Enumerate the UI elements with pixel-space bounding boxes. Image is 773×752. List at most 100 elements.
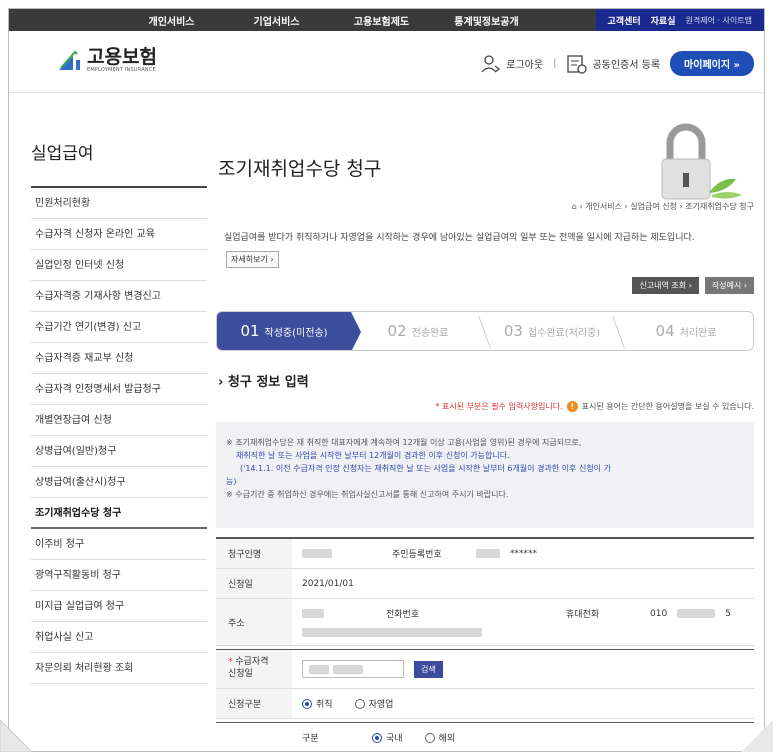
page-title: 조기재취업수당 청구 <box>218 158 382 180</box>
sidebar-item[interactable]: 취업사실 신고 <box>31 622 207 653</box>
page-corner-right <box>741 720 773 752</box>
rrn-front-value <box>476 549 500 558</box>
sidebar-item[interactable]: 이주비 청구 <box>31 529 207 560</box>
step-1-number: 01 <box>240 322 260 340</box>
radio-empty-icon <box>424 732 435 743</box>
step-4: 04 처리완료 <box>619 312 753 350</box>
sidebar-item[interactable]: 미지급 실업급여 청구 <box>31 591 207 622</box>
step-3-label: 접수완료(처리중) <box>527 327 601 339</box>
qualification-date-input[interactable] <box>302 660 404 678</box>
page-corner-left <box>0 720 33 752</box>
rrn-label: 주민등록번호 <box>392 550 442 560</box>
notice-line-3: ('14.1.1. 이전 수급자격 인정 신청자는 재취직한 날 또는 사업을 … <box>240 464 611 473</box>
progress-steps: 01 작성중(미전송) 02 전송완료 03 접수완료(처리중) 04 처리완료 <box>216 311 754 351</box>
type-selfemployed-radio[interactable]: 자영업 <box>354 697 393 710</box>
form-row-address: 주소 전화번호 휴대전화 010 5 <box>216 599 754 646</box>
customer-center-bar: 고객센터 자료실 원격제어 · 사이트맵 <box>595 9 764 31</box>
required-note-text: * 표시된 부분은 필수 입력사항입니다. <box>435 402 563 411</box>
sidebar-item[interactable]: 자문의뢰 처리현황 조회 <box>31 653 207 684</box>
notice-line-5: ※ 수급기간 중 취업하신 경우에는 취업사실신고서를 통해 신고하여 주시기 … <box>226 490 509 499</box>
info-icon: ! <box>566 401 578 412</box>
logo-title: 고용보험 <box>87 47 157 68</box>
home-icon[interactable]: ⌂ <box>572 202 577 211</box>
form-row-date: 신청일 2021/01/01 <box>216 569 754 599</box>
nav-personal[interactable]: 개인서비스 <box>119 13 224 28</box>
sidebar-item[interactable]: 개별연장급여 신청 <box>31 405 207 436</box>
applicant-name-value <box>302 549 332 558</box>
sidebar-item[interactable]: 민원처리현황 <box>31 188 207 219</box>
notice-line-1: ※ 조기재취업수당은 재 취직한 대표자에게 계속하여 12개월 이상 고용(사… <box>226 438 582 447</box>
library-link[interactable]: 자료실 <box>651 14 676 27</box>
date-value: 2021/01/01 <box>302 578 354 589</box>
detail-button[interactable]: 자세히보기 › <box>226 251 279 268</box>
user-icon <box>481 54 501 73</box>
nav-statistics[interactable]: 통계및정보공개 <box>434 13 539 28</box>
sidebar-item[interactable]: 수급기간 연기(변경) 신고 <box>31 312 207 343</box>
form-row-division: 구분 국내 해외 <box>216 723 754 751</box>
report-history-button[interactable]: 신고내역 조회 › <box>632 277 699 294</box>
logout-button[interactable]: 로그아웃 <box>480 54 543 74</box>
breadcrumb-path[interactable]: › 개인서비스 › 실업급여 신청 › 조기재취업수당 청구 <box>579 202 754 211</box>
logo-subtitle: EMPLOYMENT INSURANCE <box>87 67 156 73</box>
radio-selected-icon <box>302 698 312 709</box>
form-row-applicant: 청구인명 주민등록번호 ****** <box>216 539 754 569</box>
logo-mark-icon <box>57 50 83 72</box>
division-domestic-radio[interactable]: 국내 <box>372 731 403 744</box>
step-4-label: 처리완료 <box>679 327 717 339</box>
claim-form: 청구인명 주민등록번호 ****** 신청일 2021/01/01 주소 전화번… <box>216 537 754 751</box>
sidebar-item[interactable]: 광역구직활동비 청구 <box>31 560 207 591</box>
applicant-label: 청구인명 <box>216 539 292 568</box>
mobile-suffix: 5 <box>725 608 731 619</box>
term-note-text: 표시된 용어는 간단한 용어설명을 보실 수 있습니다. <box>581 402 754 411</box>
step-3-number: 03 <box>503 322 523 340</box>
page-description: 실업급여를 받다가 취직하거나 자영업을 시작하는 경우에 남아있는 실업급여의… <box>224 233 695 243</box>
type-employment-radio[interactable]: 취직 <box>302 697 333 710</box>
sidebar-item[interactable]: 상병급여(출산시)청구 <box>31 467 207 498</box>
sidebar-item[interactable]: 수급자격증 재교부 신청 <box>31 343 207 374</box>
radio-selected-icon <box>372 732 382 743</box>
step-1-label: 작성중(미전송) <box>264 327 328 339</box>
address-label: 주소 <box>216 599 292 645</box>
notice-line-4: 능) <box>226 477 237 486</box>
cert-register-label: 공동인증서 등록 <box>592 60 661 71</box>
nav-business[interactable]: 기업서비스 <box>224 13 329 28</box>
mobile-prefix: 010 <box>650 608 668 619</box>
sidebar-item[interactable]: 실업인정 인터넷 신청 <box>31 250 207 281</box>
sidebar-title: 실업급여 <box>31 139 207 188</box>
sidebar-menu: 민원처리현황 수급자격 신청자 온라인 교육 실업인정 인터넷 신청 수급자격증 기재… <box>31 188 207 684</box>
notice-line-2: 재취직한 날 또는 사업을 시작한 날부터 12개월이 경과한 이후 신청이 가… <box>236 451 510 460</box>
sidebar-item[interactable]: 수급자격 인정명세서 발급청구 <box>31 374 207 405</box>
division-overseas-radio[interactable]: 해외 <box>424 731 455 744</box>
nav-insurance[interactable]: 고용보험제도 <box>329 13 434 28</box>
sidebar-item[interactable]: 수급자격 신청자 온라인 교육 <box>31 219 207 250</box>
lock-icon <box>661 123 742 200</box>
address-value <box>302 628 482 637</box>
radio-empty-icon <box>354 698 365 709</box>
step-2-number: 02 <box>387 322 407 340</box>
step-3: 03 접수완료(처리중) <box>485 312 625 350</box>
utility-links[interactable]: 원격제어 · 사이트맵 <box>685 15 752 26</box>
date-label: 신청일 <box>216 569 292 598</box>
step-2: 02 전송완료 <box>351 312 491 350</box>
cert-register-button[interactable]: 공동인증서 등록 <box>566 54 660 74</box>
type-label: 신청구분 <box>216 689 292 718</box>
phone-label: 전화번호 <box>386 610 420 620</box>
search-button[interactable]: 검색 <box>414 660 443 678</box>
certificate-icon <box>567 54 588 74</box>
form-row-type: 신청구분 취직 자영업 <box>216 689 754 719</box>
sidebar-item[interactable]: 수급자격증 기재사항 변경신고 <box>31 281 207 312</box>
header-separator: | <box>553 58 557 69</box>
example-button[interactable]: 작성예시 › <box>704 277 754 294</box>
top-navigation: 개인서비스 기업서비스 고용보험제도 통계및정보공개 고객센터 자료실 원격제어… <box>9 9 764 31</box>
site-logo[interactable]: 고용보험 EMPLOYMENT INSURANCE <box>57 47 157 73</box>
form-row-qualification: * 수급자격 신청일 검색 <box>216 650 754 689</box>
sidebar-item[interactable]: 상병급여(일반)청구 <box>31 436 207 467</box>
sidebar-item[interactable]: 조기재취업수당 청구 <box>31 498 207 529</box>
mobile-middle <box>677 609 716 618</box>
mypage-button[interactable]: 마이페이지 » <box>670 51 754 76</box>
customer-center-link[interactable]: 고객센터 <box>608 14 641 27</box>
section-title: › 청구 정보 입력 <box>218 375 309 390</box>
qualification-label: * 수급자격 신청일 <box>216 650 292 688</box>
division-label: 구분 <box>302 734 319 744</box>
breadcrumb: ⌂ › 개인서비스 › 실업급여 신청 › 조기재취업수당 청구 <box>572 201 754 212</box>
